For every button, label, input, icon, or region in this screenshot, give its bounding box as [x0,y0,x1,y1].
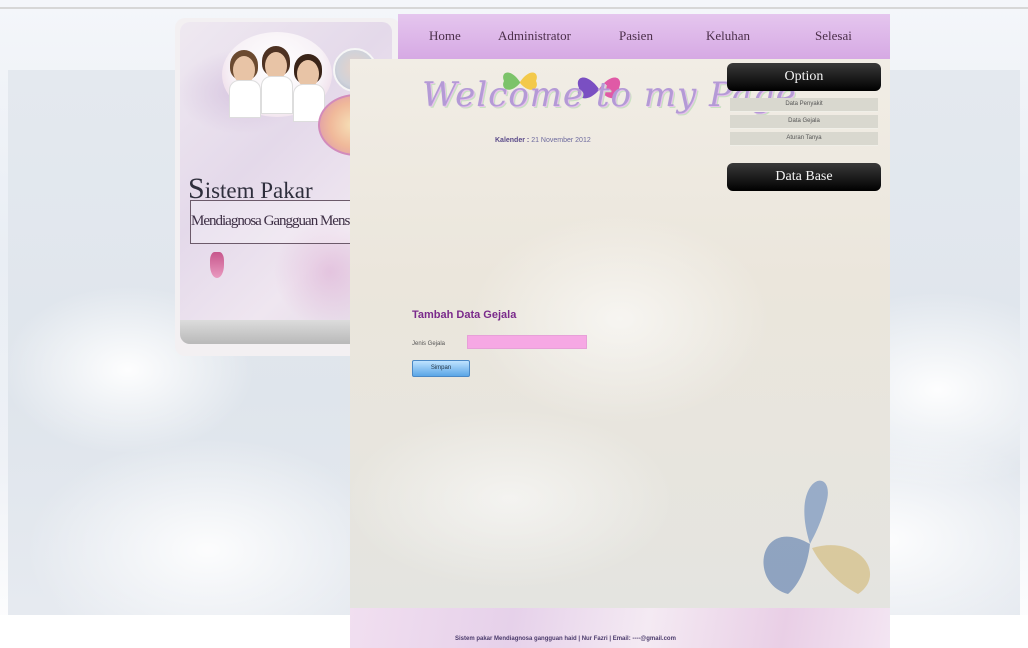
form-title: Tambah Data Gejala [412,309,517,321]
option-item-data-gejala[interactable]: Data Gejala [730,115,878,129]
page-footer: Sistem pakar Mendiagnosa gangguan haid |… [350,608,890,648]
main-content: Welcome to my Page... Kalender : 21 Nove… [350,59,890,615]
uterus-icon [210,252,224,278]
option-item-aturan-tanya[interactable]: Aturan Tanya [730,132,878,146]
doctor-coat [261,76,293,114]
jenis-gejala-input[interactable] [467,335,587,349]
butterfly-watermark-icon [763,480,871,594]
option-header: Option [727,63,881,91]
top-divider [0,7,1028,9]
footer-text: Sistem pakar Mendiagnosa gangguan haid |… [455,636,676,642]
calendar-label: Kalender : [495,137,530,144]
doctors-photo [222,32,332,122]
calendar-line: Kalender : 21 November 2012 [495,137,591,144]
option-item-data-penyakit[interactable]: Data Penyakit [730,98,878,112]
doctor-coat [229,80,261,118]
nav-home[interactable]: Home [429,28,461,44]
nav-selesai[interactable]: Selesai [815,28,852,44]
nav-pasien[interactable]: Pasien [619,28,653,44]
nav-keluhan[interactable]: Keluhan [706,28,750,44]
simpan-button[interactable]: Simpan [412,360,470,377]
main-nav: Home Administrator Pasien Keluhan Selesa… [398,14,890,59]
nav-administrator[interactable]: Administrator [498,28,571,44]
calendar-date: 21 November 2012 [531,137,591,144]
jenis-gejala-label: Jenis Gejala [412,341,446,347]
database-header[interactable]: Data Base [727,163,881,191]
